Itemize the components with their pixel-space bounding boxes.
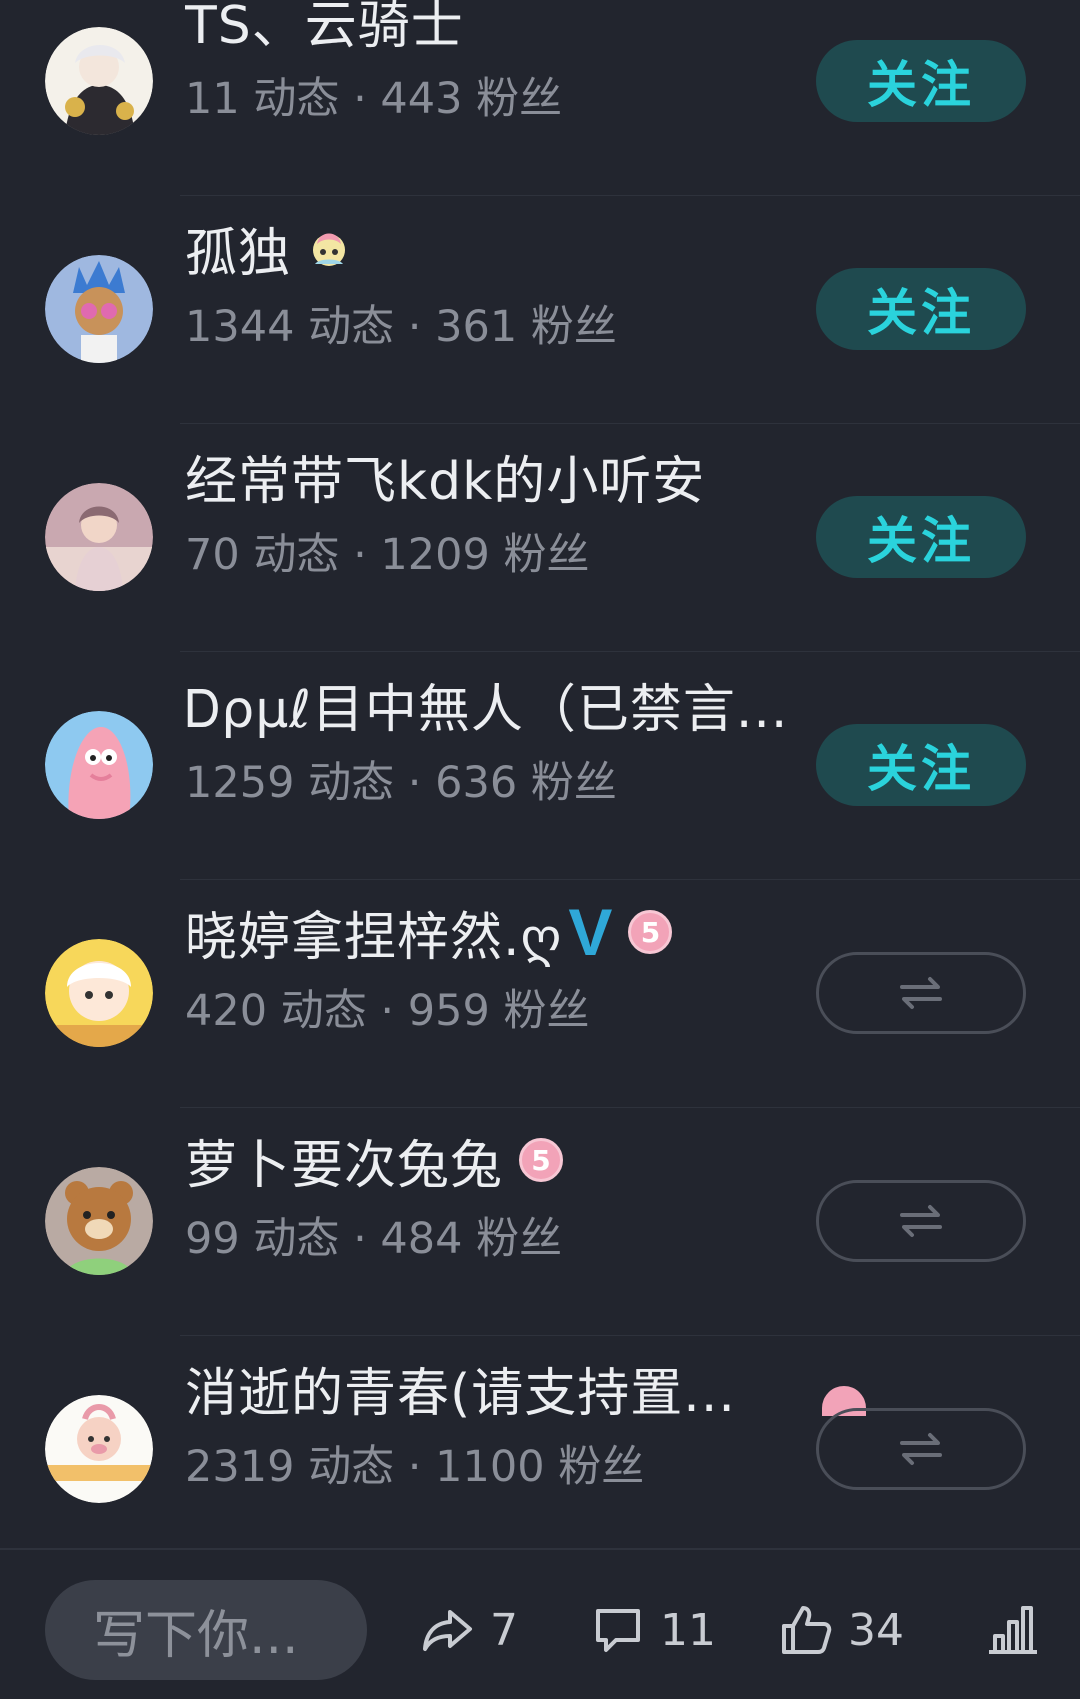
fans-unit: 粉丝	[530, 302, 617, 352]
verified-v-badge: V	[568, 895, 613, 969]
stats-separator: ·	[407, 758, 422, 808]
level-badge: 5	[628, 910, 673, 954]
stats-separator: ·	[407, 302, 422, 352]
stats-separator: ·	[353, 1214, 367, 1264]
comment-count: 11	[660, 1604, 716, 1656]
fans-count: 1100	[435, 1442, 545, 1492]
share-button[interactable]: 7	[420, 1580, 518, 1680]
stats-separator: ·	[407, 1442, 422, 1492]
posts-unit: 动态	[308, 1442, 395, 1492]
posts-unit: 动态	[253, 530, 340, 580]
comment-input[interactable]: 写下你...	[45, 1580, 367, 1680]
like-button[interactable]: 34	[778, 1580, 904, 1680]
fans-unit: 粉丝	[503, 530, 590, 580]
user-avatar[interactable]	[45, 255, 153, 363]
user-row[interactable]: 萝卜要次兔兔 5 99 动态 · 484 粉丝	[0, 1108, 1080, 1336]
share-icon	[423, 1610, 472, 1651]
fans-unit: 粉丝	[476, 1214, 563, 1264]
mutual-follow-icon	[900, 977, 942, 1009]
user-name-line: 消逝的青春(请支持置...	[185, 1356, 736, 1424]
user-stats: 2319 动态 · 1100 粉丝	[185, 1432, 644, 1494]
share-count: 7	[490, 1604, 518, 1656]
user-name-line: Ꭰρμℓ目中無人（已禁言...	[185, 672, 788, 740]
user-stats: 99 动态 · 484 粉丝	[185, 1204, 562, 1266]
stats-separator: ·	[380, 986, 395, 1036]
user-stats: 420 动态 · 959 粉丝	[185, 976, 590, 1038]
bottom-action-bar: 写下你... 7 11 34	[0, 1548, 1080, 1699]
mutual-follow-button[interactable]	[816, 1180, 1026, 1262]
posts-unit: 动态	[253, 1214, 340, 1264]
user-stats: 70 动态 · 1209 粉丝	[185, 520, 590, 582]
fans-count: 361	[435, 302, 518, 352]
comment-button[interactable]: 11	[590, 1580, 716, 1680]
posts-unit: 动态	[308, 758, 395, 808]
follow-button[interactable]: 关注	[816, 40, 1026, 122]
user-stats: 1344 动态 · 361 粉丝	[185, 292, 617, 354]
user-name[interactable]: 萝卜要次兔兔	[185, 1123, 503, 1198]
fans-count: 443	[380, 74, 463, 124]
user-name[interactable]: Ꭰρμℓ目中無人（已禁言...	[185, 667, 788, 742]
user-row[interactable]: Ꭰρμℓ目中無人（已禁言... 1259 动态 · 636 粉丝 关注	[0, 652, 1080, 880]
posts-count: 420	[185, 986, 268, 1036]
mutual-follow-button[interactable]	[816, 1408, 1026, 1490]
user-stats: 1259 动态 · 636 粉丝	[185, 748, 617, 810]
mutual-follow-icon	[900, 1205, 942, 1237]
user-row[interactable]: 孤独 1344 动态 · 361 粉丝 关注	[0, 196, 1080, 424]
user-name[interactable]: 经常带飞kdk的小听安	[185, 439, 705, 514]
fans-unit: 粉丝	[530, 758, 617, 808]
fans-count: 484	[380, 1214, 463, 1264]
stats-button[interactable]	[985, 1580, 1055, 1680]
follow-button[interactable]: 关注	[816, 268, 1026, 350]
user-name-line: 经常带飞kdk的小听安	[185, 444, 705, 512]
fans-unit: 粉丝	[476, 74, 563, 124]
fans-count: 959	[407, 986, 490, 1036]
user-row[interactable]: 晓婷拿捏梓然.ღ V 5 420 动态 · 959 粉丝	[0, 880, 1080, 1108]
user-name-line: TS、云骑士	[185, 0, 464, 56]
user-name[interactable]: 消逝的青春(请支持置...	[185, 1351, 736, 1426]
user-stats: 11 动态 · 443 粉丝	[185, 64, 562, 126]
fans-unit: 粉丝	[558, 1442, 645, 1492]
user-name[interactable]: TS、云骑士	[185, 0, 464, 58]
fans-count: 636	[435, 758, 518, 808]
posts-count: 2319	[185, 1442, 295, 1492]
user-name-line: 萝卜要次兔兔 5	[185, 1128, 564, 1196]
mutual-follow-button[interactable]	[816, 952, 1026, 1034]
user-name-line: 孤独	[185, 216, 351, 284]
sticker-badge-icon	[313, 233, 346, 266]
user-row[interactable]: TS、云骑士 11 动态 · 443 粉丝 关注	[0, 0, 1080, 196]
posts-count: 11	[185, 74, 240, 124]
like-count: 34	[848, 1604, 904, 1656]
stats-icon	[989, 1606, 1037, 1654]
fans-count: 1209	[380, 530, 490, 580]
posts-count: 99	[185, 1214, 240, 1264]
follow-button[interactable]: 关注	[816, 496, 1026, 578]
comment-icon	[596, 1609, 640, 1652]
posts-count: 70	[185, 530, 240, 580]
user-row[interactable]: 消逝的青春(请支持置... 2319 动态 · 1100 粉丝	[0, 1336, 1080, 1564]
level-badge: 5	[519, 1138, 564, 1182]
posts-unit: 动态	[253, 74, 340, 124]
user-name-line: 晓婷拿捏梓然.ღ V 5	[185, 895, 673, 969]
posts-unit: 动态	[280, 986, 367, 1036]
user-avatar[interactable]	[45, 1167, 153, 1275]
user-avatar[interactable]	[45, 1395, 153, 1503]
stats-separator: ·	[353, 74, 367, 124]
posts-unit: 动态	[308, 302, 395, 352]
user-name[interactable]: 孤独	[185, 211, 291, 286]
user-avatar[interactable]	[45, 27, 153, 135]
user-avatar[interactable]	[45, 711, 153, 819]
fans-unit: 粉丝	[503, 986, 590, 1036]
user-avatar[interactable]	[45, 939, 153, 1047]
user-row[interactable]: 经常带飞kdk的小听安 70 动态 · 1209 粉丝 关注	[0, 424, 1080, 652]
follow-button[interactable]: 关注	[816, 724, 1026, 806]
like-icon	[782, 1606, 832, 1654]
user-name[interactable]: 晓婷拿捏梓然.ღ	[185, 895, 562, 970]
posts-count: 1344	[185, 302, 295, 352]
mutual-follow-icon	[900, 1433, 942, 1465]
posts-count: 1259	[185, 758, 295, 808]
stats-separator: ·	[353, 530, 367, 580]
user-avatar[interactable]	[45, 483, 153, 591]
